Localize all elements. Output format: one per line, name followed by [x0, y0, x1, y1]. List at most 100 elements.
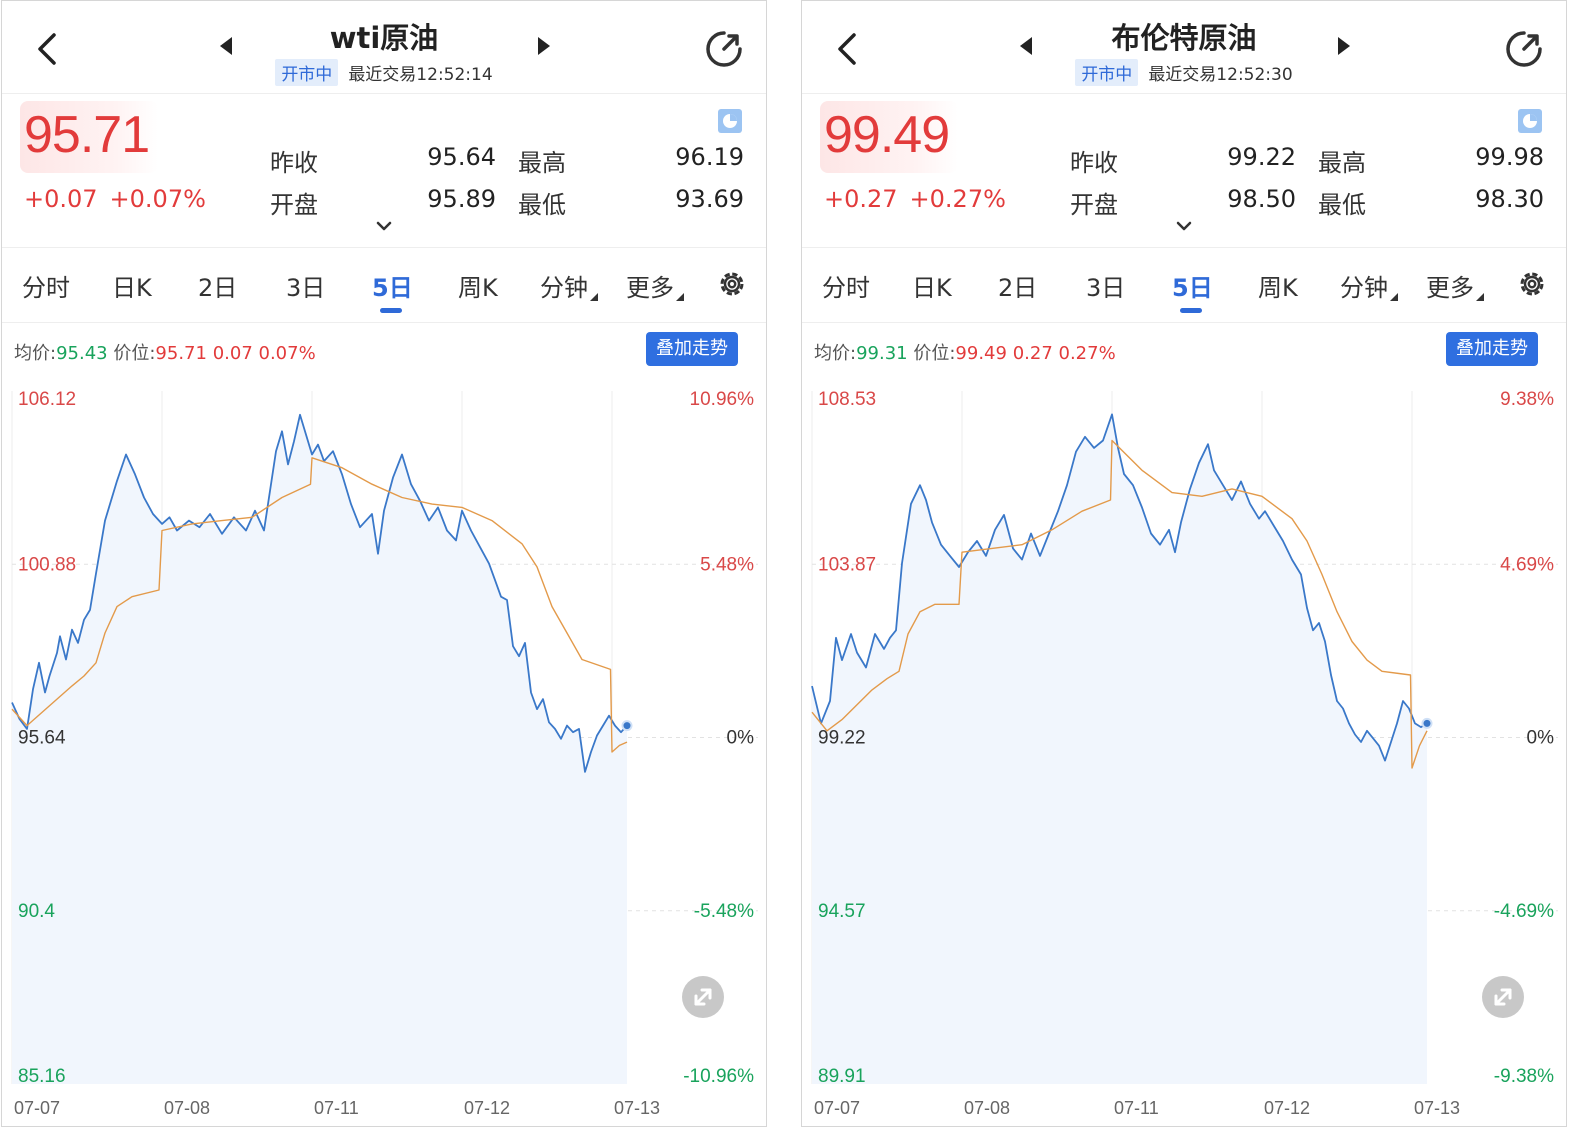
last-trade-time: 最近交易12:52:14 — [348, 65, 493, 85]
change-pct: +0.27% — [909, 185, 1006, 213]
y-axis-right-label: -10.96% — [683, 1066, 754, 1087]
avg-price-info: 均价:99.31 价位:99.49 0.27 0.27% — [814, 339, 1116, 365]
current-price-dot — [1421, 717, 1433, 729]
tab-0[interactable]: 分时 — [822, 268, 870, 303]
fullscreen-expand-button[interactable] — [1482, 976, 1524, 1018]
refresh-timer-icon[interactable] — [1502, 27, 1546, 71]
low-label: 最低 — [1318, 191, 1366, 219]
tab-4[interactable]: 5日 — [1172, 268, 1213, 303]
instrument-title: 布伦特原油 — [1111, 21, 1257, 55]
fullscreen-expand-button[interactable] — [682, 976, 724, 1018]
price-area-fill — [812, 414, 1427, 1084]
change-pct: +0.07% — [109, 185, 206, 213]
y-axis-left-label: 85.16 — [18, 1066, 66, 1087]
tab-2[interactable]: 2日 — [198, 268, 237, 303]
open-label: 开盘 — [1070, 191, 1118, 219]
prev-close-value: 95.64 — [427, 143, 496, 171]
high-value: 99.98 — [1475, 143, 1544, 171]
tab-6[interactable]: 分钟 — [1340, 268, 1398, 303]
tab-7[interactable]: 更多 — [1426, 268, 1484, 303]
y-axis-right-label: -4.69% — [1494, 901, 1554, 922]
x-axis-label: 07-13 — [614, 1098, 660, 1118]
y-axis-right-label: -9.38% — [1494, 1066, 1554, 1087]
next-instrument-arrow-icon[interactable] — [538, 37, 550, 55]
y-axis-right-label: 0% — [1527, 728, 1555, 749]
info-change-pct: 0.07% — [258, 343, 316, 364]
high-label: 最高 — [518, 149, 566, 177]
x-axis-label: 07-07 — [14, 1098, 60, 1118]
expand-arrows-icon — [694, 988, 712, 1006]
x-axis-label: 07-11 — [314, 1098, 359, 1118]
change-abs: +0.07 — [24, 185, 98, 213]
dropdown-corner-icon — [1390, 293, 1398, 301]
low-label: 最低 — [518, 191, 566, 219]
expand-quote-chevron-icon[interactable] — [1174, 219, 1194, 233]
overlay-trend-button[interactable]: 叠加走势 — [646, 332, 738, 366]
avg-value: 99.31 — [856, 343, 908, 364]
y-axis-right-label: 4.69% — [1500, 554, 1554, 575]
header: wti原油 开市中 最近交易12:52:14 — [2, 1, 766, 94]
y-axis-right-label: 9.38% — [1500, 389, 1554, 410]
active-tab-indicator — [1180, 308, 1202, 313]
active-tab-indicator — [380, 308, 402, 313]
period-tabs: 分时 日K 2日 3日 5日 周K 分钟 更多 — [802, 247, 1566, 323]
open-label: 开盘 — [270, 191, 318, 219]
tab-5[interactable]: 周K — [1258, 268, 1298, 303]
period-tabs: 分时 日K 2日 3日 5日 周K 分钟 更多 — [2, 247, 766, 323]
tab-4[interactable]: 5日 — [372, 268, 413, 303]
tab-6[interactable]: 分钟 — [540, 268, 598, 303]
x-axis-label: 07-11 — [1114, 1098, 1159, 1118]
pie-chart-icon[interactable] — [718, 109, 742, 133]
tab-3[interactable]: 3日 — [286, 268, 325, 303]
low-value: 98.30 — [1475, 185, 1544, 213]
prev-close-label: 昨收 — [1070, 149, 1118, 177]
y-axis-right-label: -5.48% — [694, 901, 754, 922]
y-axis-right-label: 0% — [727, 728, 755, 749]
y-axis-left-label: 106.12 — [18, 389, 76, 410]
last-trade-time: 最近交易12:52:30 — [1148, 65, 1293, 85]
price-value: 99.49 — [955, 343, 1007, 364]
expand-arrows-icon — [1494, 988, 1512, 1006]
refresh-timer-icon[interactable] — [702, 27, 746, 71]
avg-label: 均价: — [814, 343, 857, 364]
tab-0[interactable]: 分时 — [22, 268, 70, 303]
high-label: 最高 — [1318, 149, 1366, 177]
y-axis-left-label: 94.57 — [818, 901, 866, 922]
market-open-badge: 开市中 — [275, 59, 339, 86]
y-axis-left-label: 100.88 — [18, 554, 76, 575]
next-instrument-arrow-icon[interactable] — [1338, 37, 1350, 55]
pie-chart-icon[interactable] — [1518, 109, 1542, 133]
overlay-trend-button[interactable]: 叠加走势 — [1446, 332, 1538, 366]
tab-2[interactable]: 2日 — [998, 268, 1037, 303]
price-label: 价位: — [113, 343, 156, 364]
price-chart[interactable]: 106.12 10.96% 100.88 5.48% 95.64 0% 90.4 -5.48%… — [2, 379, 767, 1127]
avg-value: 95.43 — [56, 343, 108, 364]
brent-panel: 布伦特原油 开市中 最近交易12:52:30 99.49 +0.27 +0.27% … — [801, 0, 1567, 1127]
x-axis-label: 07-08 — [164, 1098, 210, 1118]
x-axis-label: 07-12 — [464, 1098, 510, 1118]
tab-3[interactable]: 3日 — [1086, 268, 1125, 303]
open-value: 95.89 — [427, 185, 496, 213]
tab-1[interactable]: 日K — [912, 268, 952, 303]
instrument-title: wti原油 — [329, 21, 439, 55]
current-price-dot — [621, 720, 633, 732]
market-open-badge: 开市中 — [1075, 59, 1139, 86]
info-change: 0.07 — [212, 343, 253, 364]
tab-1[interactable]: 日K — [112, 268, 152, 303]
trade-status: 开市中 最近交易12:52:14 — [2, 59, 766, 86]
x-axis-label: 07-12 — [1264, 1098, 1310, 1118]
y-axis-left-label: 108.53 — [818, 389, 876, 410]
avg-label: 均价: — [14, 343, 57, 364]
info-change-pct: 0.27% — [1058, 343, 1116, 364]
y-axis-left-label: 95.64 — [18, 728, 66, 749]
avg-price-info: 均价:95.43 价位:95.71 0.07 0.07% — [14, 339, 316, 365]
y-axis-right-label: 5.48% — [700, 554, 754, 575]
price-chart[interactable]: 108.53 9.38% 103.87 4.69% 99.22 0% 94.57 -4.69%… — [802, 379, 1567, 1127]
tab-7[interactable]: 更多 — [626, 268, 684, 303]
x-axis-label: 07-07 — [814, 1098, 860, 1118]
expand-quote-chevron-icon[interactable] — [374, 219, 394, 233]
gear-icon[interactable] — [1516, 268, 1548, 300]
gear-icon[interactable] — [716, 268, 748, 300]
prev-close-value: 99.22 — [1227, 143, 1296, 171]
tab-5[interactable]: 周K — [458, 268, 498, 303]
